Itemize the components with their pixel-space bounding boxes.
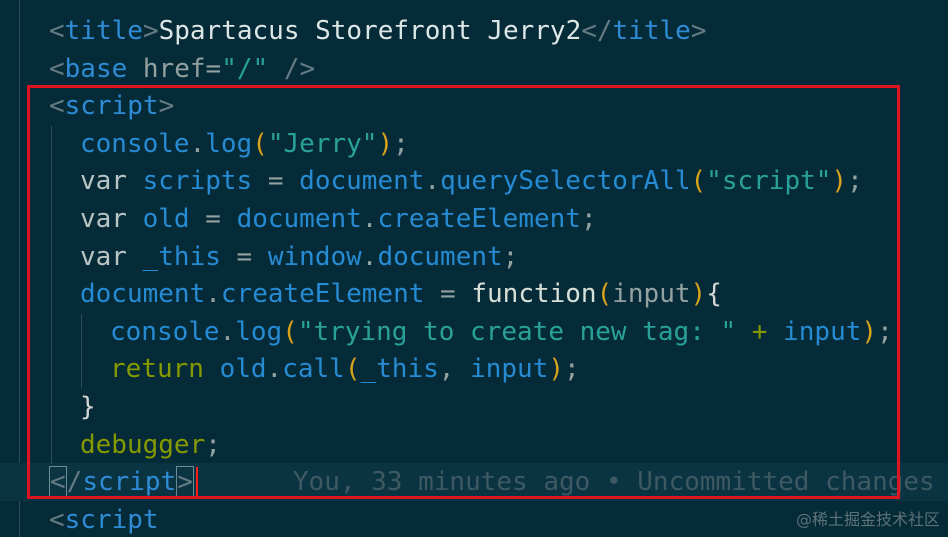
attribute-name: href= <box>127 54 222 84</box>
code-line-1[interactable]: <title>Spartacus Storefront Jerry2</titl… <box>49 12 706 50</box>
code-line-14[interactable]: <script <box>49 501 159 537</box>
code-line-2[interactable]: <base href="/" /> <box>49 50 315 88</box>
red-highlight-box <box>27 85 900 499</box>
code-editor[interactable]: <title>Spartacus Storefront Jerry2</titl… <box>0 0 948 537</box>
tag-open-bracket: </ <box>581 16 613 46</box>
tag-open-bracket: < <box>49 16 65 46</box>
tag-name: base <box>64 54 128 84</box>
tag-open-bracket: < <box>49 54 65 84</box>
tag-name: title <box>612 16 691 46</box>
tag-open-bracket: < <box>49 505 65 535</box>
tag-close-bracket: > <box>690 16 707 46</box>
tag-self-close: /> <box>268 54 316 84</box>
tag-close-bracket: > <box>142 16 159 46</box>
tag-name: title <box>64 16 143 46</box>
watermark: @稀土掘金技术社区 <box>795 510 940 529</box>
title-text: Spartacus Storefront Jerry2 <box>158 16 582 46</box>
attribute-value: "/" <box>221 54 269 84</box>
tag-name: script <box>64 505 159 535</box>
editor-gutter-edge <box>19 0 20 537</box>
